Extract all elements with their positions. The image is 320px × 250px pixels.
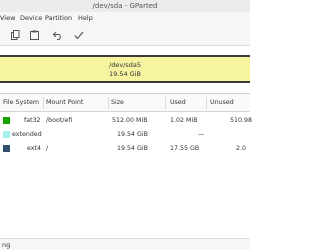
window-title: /dev/sda - GParted bbox=[92, 2, 158, 10]
extended-swatch bbox=[3, 131, 10, 138]
title-bar: /dev/sda - GParted bbox=[0, 0, 250, 12]
fat32-swatch bbox=[3, 117, 10, 124]
status-text: ng bbox=[2, 241, 11, 249]
cell-unused: 2.0 bbox=[236, 145, 247, 152]
paste-icon[interactable] bbox=[28, 29, 40, 41]
cell-used: 1.02 MiB bbox=[170, 117, 198, 124]
copy-icon[interactable] bbox=[9, 29, 21, 41]
partition-size: 19.54 GiB bbox=[109, 70, 141, 78]
disk-map: /dev/sda5 19.54 GiB bbox=[0, 47, 250, 93]
header-used[interactable]: Used bbox=[170, 99, 186, 106]
partition-table: File System Mount Point Size Used Unused… bbox=[0, 93, 253, 238]
column-separator bbox=[43, 97, 44, 109]
column-separator bbox=[108, 97, 109, 109]
header-mount-point[interactable]: Mount Point bbox=[46, 99, 83, 106]
partition-name: /dev/sda5 bbox=[109, 61, 141, 69]
cell-used: 17.55 GB bbox=[170, 145, 200, 152]
cell-file-system: ext4 bbox=[27, 145, 41, 152]
cell-mount-point: /boot/efi bbox=[46, 117, 73, 124]
cell-unused: 510.98 bbox=[230, 117, 253, 124]
toolbar bbox=[0, 24, 250, 46]
menu-partition[interactable]: Partition bbox=[45, 14, 72, 22]
header-unused[interactable]: Unused bbox=[210, 99, 234, 106]
cell-mount-point: / bbox=[46, 145, 49, 152]
partition-block[interactable]: /dev/sda5 19.54 GiB bbox=[0, 55, 250, 83]
cell-size: 512.00 MiB bbox=[112, 117, 148, 124]
header-file-system[interactable]: File System bbox=[3, 99, 39, 106]
status-bar: ng bbox=[0, 238, 250, 250]
table-row[interactable]: fat32 /boot/efi 512.00 MiB 1.02 MiB 510.… bbox=[0, 114, 253, 128]
cell-size: 19.54 GiB bbox=[117, 131, 148, 138]
column-separator bbox=[165, 97, 166, 109]
cell-size: 19.54 GiB bbox=[117, 145, 148, 152]
table-row[interactable]: extended 19.54 GiB — bbox=[0, 128, 250, 142]
menu-view[interactable]: View bbox=[0, 14, 15, 22]
header-size[interactable]: Size bbox=[111, 99, 124, 106]
cell-used: — bbox=[198, 131, 205, 138]
cell-file-system: extended bbox=[12, 131, 42, 138]
cell-file-system: fat32 bbox=[24, 117, 41, 124]
apply-icon[interactable] bbox=[73, 29, 85, 41]
undo-icon[interactable] bbox=[52, 29, 64, 41]
menu-bar: View Device Partition Help bbox=[0, 12, 250, 24]
table-row[interactable]: ext4 / 19.54 GiB 17.55 GB 2.0 bbox=[0, 142, 250, 156]
column-separator bbox=[206, 97, 207, 109]
table-header: File System Mount Point Size Used Unused bbox=[0, 94, 250, 112]
menu-help[interactable]: Help bbox=[78, 14, 93, 22]
menu-device[interactable]: Device bbox=[20, 14, 42, 22]
ext4-swatch bbox=[3, 145, 10, 152]
